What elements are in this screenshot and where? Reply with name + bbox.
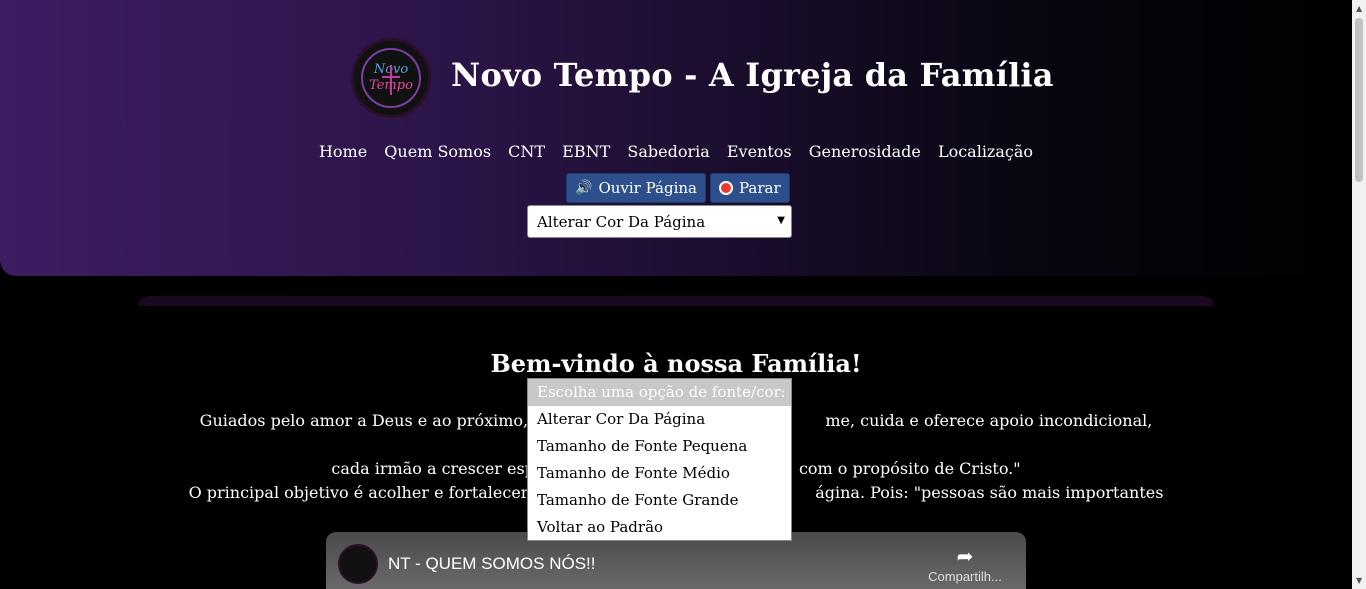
- option-fonte-pequena[interactable]: Tamanho de Fonte Pequena: [528, 433, 791, 460]
- speaker-icon: 🔊: [575, 180, 593, 196]
- option-fonte-medio[interactable]: Tamanho de Fonte Médio: [528, 460, 791, 487]
- welcome-heading: Bem-vindo à nossa Família!: [490, 349, 862, 378]
- stop-icon: [718, 181, 733, 195]
- nav-item-quem-somos[interactable]: Quem Somos: [384, 142, 491, 161]
- listen-page-label: Ouvir Página: [598, 179, 697, 197]
- nav-item-cnt[interactable]: CNT: [508, 142, 545, 161]
- nav-item-ebnt[interactable]: EBNT: [562, 142, 610, 161]
- main-nav: Home Quem Somos CNT EBNT Sabedoria Event…: [0, 142, 1352, 161]
- scrollbar-thumb[interactable]: [1355, 18, 1363, 182]
- chevron-down-icon: ▼: [777, 215, 785, 226]
- nav-item-sabedoria[interactable]: Sabedoria: [627, 142, 709, 161]
- select-dropdown-list: Escolha uma opção de fonte/cor: Alterar …: [527, 378, 792, 541]
- para-line-1-left: Guiados pelo amor a Deus e ao próximo, n…: [199, 411, 562, 430]
- scroll-down-icon[interactable]: ▼: [1356, 576, 1362, 585]
- church-logo[interactable]: Novo Tempo: [351, 38, 431, 118]
- share-button[interactable]: ➦ Compartilh...: [920, 544, 1010, 584]
- stop-label: Parar: [738, 179, 781, 197]
- audio-controls: 🔊 Ouvir Página Parar: [566, 173, 790, 203]
- para-line-2-right: com o propósito de Cristo.": [798, 459, 1021, 478]
- share-icon: ➦: [956, 546, 974, 568]
- channel-avatar[interactable]: [338, 544, 378, 584]
- para-line-3-left: O principal objetivo é acolher e fortale…: [188, 483, 552, 502]
- stop-button[interactable]: Parar: [709, 173, 790, 203]
- option-fonte-grande[interactable]: Tamanho de Fonte Grande: [528, 487, 791, 514]
- video-title[interactable]: NT - QUEM SOMOS NÓS!!: [388, 554, 595, 574]
- content-top-strip: [138, 296, 1214, 306]
- para-line-2-left: cada irmão a crescer esp: [331, 459, 535, 478]
- page-header: Novo Tempo Novo Tempo - A Igreja da Famí…: [0, 0, 1352, 276]
- page-scrollbar[interactable]: ▲ ▼: [1352, 0, 1366, 589]
- logo-icon: Novo Tempo: [361, 48, 421, 108]
- scroll-up-icon[interactable]: ▲: [1356, 4, 1362, 13]
- select-value: Alterar Cor Da Página: [537, 212, 706, 231]
- font-color-select[interactable]: Alterar Cor Da Página ▼: [527, 205, 792, 238]
- nav-item-generosidade[interactable]: Generosidade: [809, 142, 921, 161]
- listen-page-button[interactable]: 🔊 Ouvir Página: [566, 173, 706, 203]
- dropdown-header: Escolha uma opção de fonte/cor:: [528, 379, 791, 406]
- option-alterar-cor[interactable]: Alterar Cor Da Página: [528, 406, 791, 433]
- share-label: Compartilh...: [928, 569, 1002, 584]
- page-title: Novo Tempo - A Igreja da Família: [451, 56, 1054, 94]
- nav-item-eventos[interactable]: Eventos: [727, 142, 792, 161]
- nav-item-localizacao[interactable]: Localização: [938, 142, 1033, 161]
- option-voltar-padrao[interactable]: Voltar ao Padrão: [528, 514, 791, 541]
- nav-item-home[interactable]: Home: [319, 142, 367, 161]
